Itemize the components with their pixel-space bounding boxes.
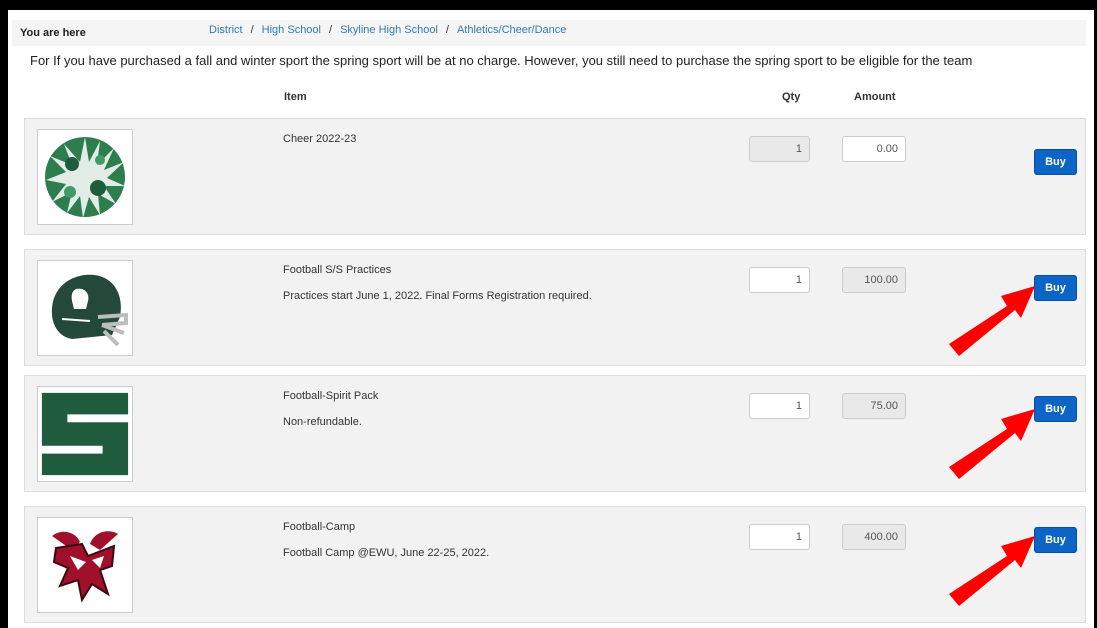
- buy-button[interactable]: Buy: [1034, 149, 1077, 175]
- item-image: [37, 260, 133, 356]
- page-frame: You are here District / High School / Skylin…: [8, 10, 1094, 628]
- breadcrumb-skyline[interactable]: Skyline High School: [340, 24, 438, 36]
- item-name: Football-Spirit Pack: [283, 390, 379, 402]
- item-description: Non-refundable.: [283, 416, 362, 428]
- item-row-cheer: Cheer 2022-23 Buy: [24, 118, 1086, 235]
- spartan-football-helmet-icon: [51, 274, 128, 347]
- amount-input[interactable]: [842, 393, 906, 419]
- green-white-pompom-icon: [45, 137, 125, 218]
- amount-input[interactable]: [842, 267, 906, 293]
- item-name: Football-Camp: [283, 521, 356, 533]
- purchase-notice: For If you have purchased a fall and win…: [30, 53, 973, 68]
- red-arrow-annotation-icon: [949, 536, 1035, 606]
- quantity-input[interactable]: [749, 393, 810, 419]
- breadcrumb-high-school[interactable]: High School: [262, 24, 321, 36]
- item-description: Football Camp @EWU, June 22-25, 2022.: [283, 547, 490, 559]
- breadcrumb-links: District / High School / Skyline High School…: [209, 24, 566, 36]
- quantity-input[interactable]: [749, 524, 810, 550]
- breadcrumb-athletics[interactable]: Athletics/Cheer/Dance: [457, 24, 566, 36]
- item-image: [37, 517, 133, 613]
- item-row-football-camp: Football-Camp Football Camp @EWU, June 2…: [24, 506, 1086, 623]
- breadcrumb-separator: /: [445, 24, 449, 36]
- red-arrow-annotation-icon: [949, 409, 1035, 479]
- breadcrumb-district[interactable]: District: [209, 24, 243, 36]
- breadcrumb-separator: /: [250, 24, 254, 36]
- breadcrumb-separator: /: [329, 24, 333, 36]
- item-row-football-practices: Football S/S Practices Practices start J…: [24, 249, 1086, 366]
- amount-input[interactable]: [842, 524, 906, 550]
- amount-input[interactable]: [842, 136, 906, 162]
- block-letter-s-icon: [41, 392, 129, 476]
- item-name: Football S/S Practices: [283, 264, 392, 276]
- item-row-spirit-pack: Football-Spirit Pack Non-refundable. Buy: [24, 375, 1086, 492]
- ewu-eagle-logo: [52, 531, 118, 603]
- quantity-input[interactable]: [749, 136, 810, 162]
- column-header-amount: Amount: [854, 91, 896, 103]
- breadcrumb-label: You are here: [20, 27, 86, 39]
- column-header-qty: Qty: [782, 91, 801, 103]
- column-header-item: Item: [284, 91, 307, 103]
- quantity-input[interactable]: [749, 267, 810, 293]
- item-description: Practices start June 1, 2022. Final Form…: [283, 290, 592, 302]
- red-arrow-annotation-icon: [949, 286, 1035, 356]
- item-name: Cheer 2022-23: [283, 133, 357, 145]
- item-image: [37, 386, 133, 482]
- breadcrumb: You are here District / High School / Skylin…: [12, 20, 1086, 46]
- item-image: [37, 129, 133, 225]
